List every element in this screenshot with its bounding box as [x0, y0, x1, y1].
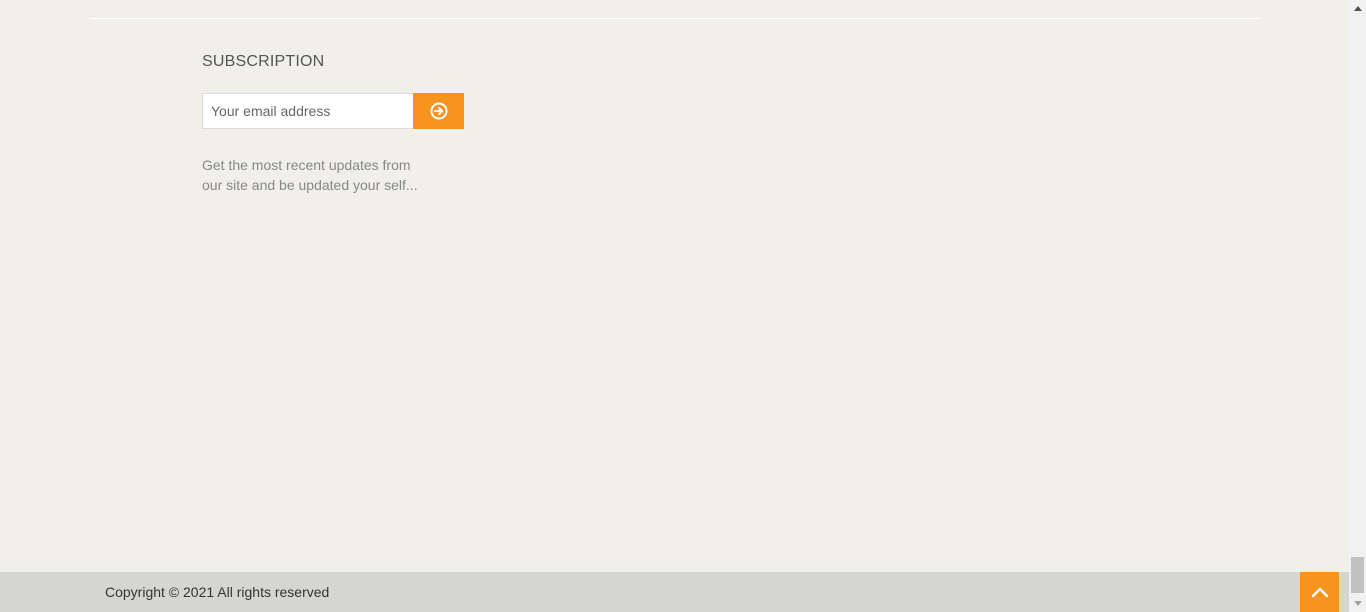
footer-bar: Copyright © 2021 All rights reserved: [0, 572, 1349, 612]
arrow-circle-right-icon: [430, 102, 447, 120]
back-to-top-button[interactable]: [1300, 572, 1339, 612]
chevron-up-icon: [1311, 587, 1328, 598]
subscription-description: Get the most recent updates from our sit…: [202, 157, 418, 193]
triangle-up-icon: [1353, 6, 1362, 11]
copyright-text: Copyright © 2021 All rights reserved: [105, 584, 330, 600]
subscription-title: SUBSCRIPTION: [202, 53, 325, 70]
vertical-scrollbar[interactable]: [1349, 0, 1366, 612]
subscription-widget: SUBSCRIPTION Get the most recent updates…: [202, 52, 472, 195]
triangle-down-icon: [1353, 601, 1362, 606]
page: SUBSCRIPTION Get the most recent updates…: [0, 0, 1349, 612]
section-divider: [90, 18, 1260, 19]
subscription-form: [202, 93, 464, 129]
subscribe-button[interactable]: [413, 93, 464, 129]
scroll-down-arrow[interactable]: [1349, 595, 1366, 612]
scroll-up-arrow[interactable]: [1349, 0, 1366, 17]
email-input[interactable]: [202, 93, 413, 129]
scroll-thumb[interactable]: [1351, 557, 1364, 593]
